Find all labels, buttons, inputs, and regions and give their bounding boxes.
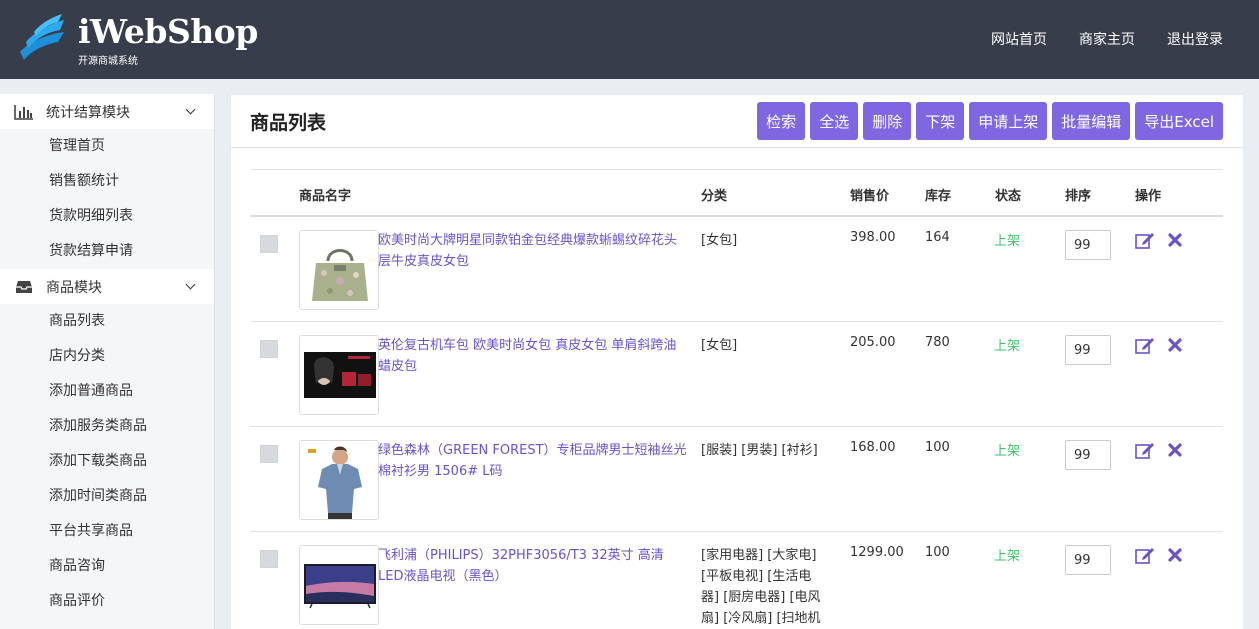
col-name: 商品名字 <box>299 189 352 204</box>
nav-logout[interactable]: 退出登录 <box>1167 29 1223 49</box>
col-price: 销售价 <box>850 189 890 204</box>
site-logo[interactable]: iWebShop 开源商城系统 <box>18 12 258 68</box>
sort-input[interactable] <box>1065 545 1111 575</box>
sidebar-item-payment-details[interactable]: 货款明细列表 <box>0 199 214 234</box>
sidebar-item-shop-category[interactable]: 店内分类 <box>0 339 214 374</box>
col-category: 分类 <box>701 189 728 204</box>
edit-icon[interactable] <box>1135 546 1155 564</box>
toolbar: 检索 全选 删除 下架 申请上架 批量编辑 导出Excel <box>757 102 1223 140</box>
status-badge: 上架 <box>994 444 1021 459</box>
product-name-link[interactable]: 英伦复古机车包 欧美时尚女包 真皮女包 单肩斜跨油蜡皮包 <box>378 335 688 377</box>
product-name-link[interactable]: 飞利浦（PHILIPS）32PHF3056/T3 32英寸 高清LED液晶电视（… <box>378 545 688 587</box>
sidebar-group-label: 商品模块 <box>46 279 102 296</box>
status-badge: 上架 <box>994 339 1021 354</box>
nav-site-home[interactable]: 网站首页 <box>991 29 1047 49</box>
shirt-image <box>300 441 378 519</box>
export-excel-button[interactable]: 导出Excel <box>1135 102 1223 140</box>
sidebar-item-dashboard[interactable]: 管理首页 <box>0 129 214 164</box>
delete-icon[interactable] <box>1168 443 1182 457</box>
table-row: 英伦复古机车包 欧美时尚女包 真皮女包 单肩斜跨油蜡皮包 [女包] 205.00… <box>250 322 1223 427</box>
panel-header: 商品列表 检索 全选 删除 下架 申请上架 批量编辑 导出Excel <box>231 95 1243 148</box>
top-nav: 网站首页 商家主页 退出登录 <box>991 29 1223 49</box>
row-checkbox[interactable] <box>260 550 278 568</box>
delete-button[interactable]: 删除 <box>863 102 912 140</box>
sort-input[interactable] <box>1065 230 1111 260</box>
sidebar-item-goods-list[interactable]: 商品列表 <box>0 304 214 339</box>
sidebar-item-add-service-goods[interactable]: 添加服务类商品 <box>0 409 214 444</box>
status-badge: 上架 <box>994 549 1021 564</box>
product-category: [家用电器] [大家电] [平板电视] [生活电器] [厨房电器] [电风扇] … <box>701 548 821 626</box>
edit-icon[interactable] <box>1135 336 1155 354</box>
sidebar-group-label: 统计结算模块 <box>46 104 130 121</box>
batch-edit-button[interactable]: 批量编辑 <box>1052 102 1131 140</box>
product-category: [服装] [男装] [衬衫] <box>701 443 818 458</box>
handbag-image <box>300 231 378 309</box>
row-checkbox[interactable] <box>260 340 278 358</box>
sidebar-item-settlement-request[interactable]: 货款结算申请 <box>0 234 214 269</box>
chevron-down-icon <box>185 104 196 115</box>
delete-icon[interactable] <box>1168 338 1182 352</box>
bag-ad-image <box>300 336 378 414</box>
product-stock: 780 <box>925 335 950 350</box>
sidebar-item-shared-goods[interactable]: 平台共享商品 <box>0 514 214 549</box>
inbox-icon <box>14 279 34 295</box>
search-button[interactable]: 检索 <box>757 102 806 140</box>
page-title: 商品列表 <box>250 112 327 134</box>
product-price: 205.00 <box>850 335 896 350</box>
sidebar-item-goods-review[interactable]: 商品评价 <box>0 584 214 619</box>
product-price: 168.00 <box>850 440 896 455</box>
apply-list-button[interactable]: 申请上架 <box>969 102 1048 140</box>
product-name-link[interactable]: 欧美时尚大牌明星同款铂金包经典爆款蜥蜴纹碎花头层牛皮真皮女包 <box>378 230 688 272</box>
sidebar-group-stats[interactable]: 统计结算模块 <box>0 94 214 129</box>
product-category: [女包] <box>701 338 738 353</box>
product-stock: 100 <box>925 440 950 455</box>
table-header: 商品名字 分类 销售价 库存 状态 排序 操作 <box>250 169 1223 217</box>
product-thumbnail[interactable] <box>299 335 379 415</box>
col-actions: 操作 <box>1135 189 1162 204</box>
tv-image <box>300 546 378 624</box>
sidebar-item-goods-consult[interactable]: 商品咨询 <box>0 549 214 584</box>
logo-title: iWebShop <box>78 12 258 51</box>
product-price: 398.00 <box>850 230 896 245</box>
goods-table: 商品名字 分类 销售价 库存 状态 排序 操作 欧美时尚大牌明星同款铂金包经典爆… <box>250 169 1223 629</box>
unlist-button[interactable]: 下架 <box>916 102 965 140</box>
edit-icon[interactable] <box>1135 441 1155 459</box>
product-thumbnail[interactable] <box>299 545 379 625</box>
table-row: 飞利浦（PHILIPS）32PHF3056/T3 32英寸 高清LED液晶电视（… <box>250 532 1223 629</box>
table-row: 绿色森林（GREEN FOREST）专柜品牌男士短袖丝光棉衬衫男 1506# L… <box>250 427 1223 532</box>
row-checkbox[interactable] <box>260 445 278 463</box>
status-badge: 上架 <box>994 234 1021 249</box>
sort-input[interactable] <box>1065 335 1111 365</box>
nav-seller-home[interactable]: 商家主页 <box>1079 29 1135 49</box>
row-checkbox[interactable] <box>260 235 278 253</box>
delete-icon[interactable] <box>1168 548 1182 562</box>
logo-subtitle: 开源商城系统 <box>78 56 138 67</box>
logo-mark-icon <box>20 14 64 60</box>
product-thumbnail[interactable] <box>299 230 379 310</box>
product-thumbnail[interactable] <box>299 440 379 520</box>
sort-input[interactable] <box>1065 440 1111 470</box>
product-stock: 100 <box>925 545 950 560</box>
product-name-link[interactable]: 绿色森林（GREEN FOREST）专柜品牌男士短袖丝光棉衬衫男 1506# L… <box>378 440 688 482</box>
sidebar: 统计结算模块 管理首页 销售额统计 货款明细列表 货款结算申请 商品模块 商品列… <box>0 94 215 629</box>
top-header: iWebShop 开源商城系统 网站首页 商家主页 退出登录 <box>0 0 1259 79</box>
sidebar-item-add-normal-goods[interactable]: 添加普通商品 <box>0 374 214 409</box>
col-sort: 排序 <box>1065 189 1092 204</box>
delete-icon[interactable] <box>1168 233 1182 247</box>
sidebar-item-add-time-goods[interactable]: 添加时间类商品 <box>0 479 214 514</box>
chevron-down-icon <box>185 279 196 290</box>
bar-chart-icon <box>14 104 34 120</box>
table-row: 欧美时尚大牌明星同款铂金包经典爆款蜥蜴纹碎花头层牛皮真皮女包 [女包] 398.… <box>250 217 1223 322</box>
sidebar-group-goods[interactable]: 商品模块 <box>0 269 214 304</box>
select-all-button[interactable]: 全选 <box>810 102 859 140</box>
col-status: 状态 <box>995 189 1022 204</box>
sidebar-item-sales-stats[interactable]: 销售额统计 <box>0 164 214 199</box>
main-panel: 商品列表 检索 全选 删除 下架 申请上架 批量编辑 导出Excel 商品名字 … <box>231 95 1243 629</box>
product-category: [女包] <box>701 233 738 248</box>
col-stock: 库存 <box>925 189 952 204</box>
sidebar-item-add-download-goods[interactable]: 添加下载类商品 <box>0 444 214 479</box>
product-price: 1299.00 <box>850 545 904 560</box>
product-stock: 164 <box>925 230 950 245</box>
edit-icon[interactable] <box>1135 231 1155 249</box>
